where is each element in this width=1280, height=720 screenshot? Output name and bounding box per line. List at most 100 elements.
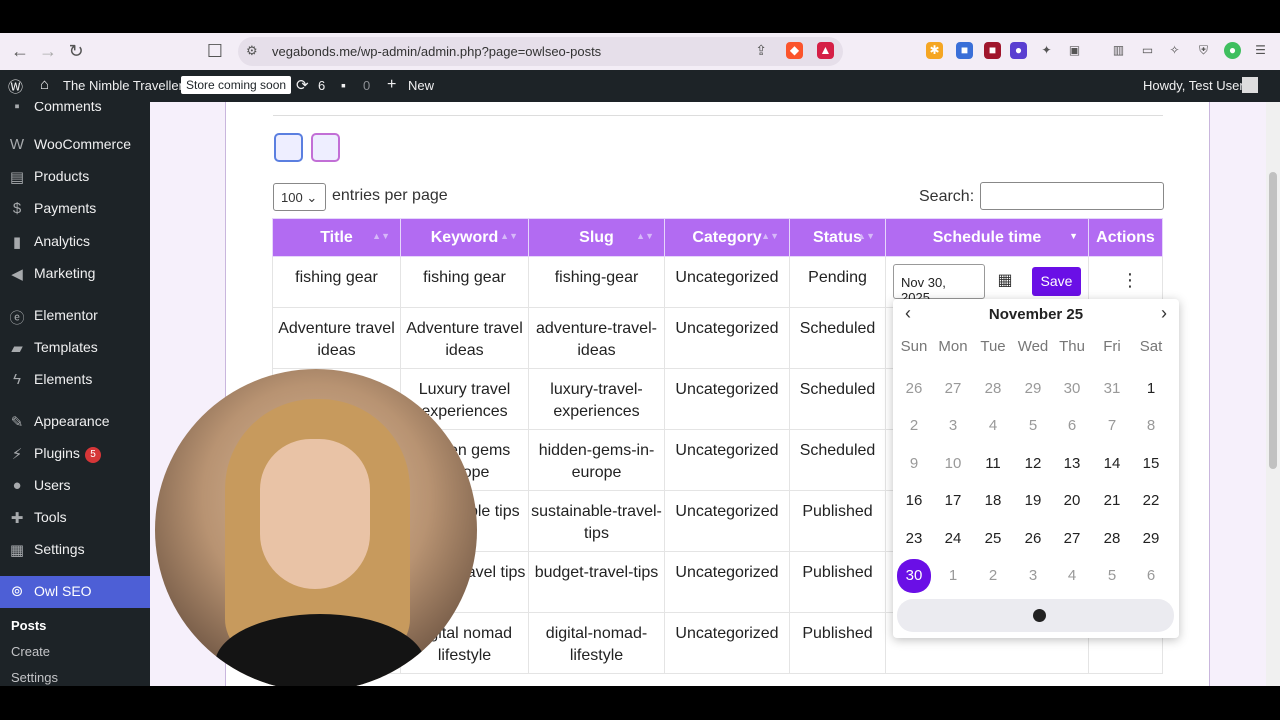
- back-icon[interactable]: ←: [10, 41, 30, 61]
- calendar-day[interactable]: 26: [1013, 523, 1053, 555]
- comments-icon[interactable]: ▪: [341, 77, 346, 93]
- calendar-day[interactable]: 2: [894, 410, 934, 442]
- calendar-day[interactable]: 18: [973, 485, 1013, 517]
- time-picker-toggle[interactable]: [897, 599, 1174, 632]
- calendar-day[interactable]: 27: [933, 373, 973, 405]
- calendar-day[interactable]: 1: [933, 560, 973, 592]
- brave-shield-icon[interactable]: ◆: [786, 42, 803, 59]
- extension-icon[interactable]: ●: [1010, 42, 1027, 59]
- calendar-day[interactable]: 10: [933, 448, 973, 480]
- calendar-day[interactable]: 26: [894, 373, 934, 405]
- calendar-day[interactable]: 9: [894, 448, 934, 480]
- submenu-posts[interactable]: Posts: [11, 618, 46, 633]
- updates-count[interactable]: 6: [318, 78, 325, 93]
- comments-count[interactable]: 0: [363, 78, 370, 93]
- calendar-day[interactable]: 15: [1131, 448, 1171, 480]
- calendar-day[interactable]: 7: [1092, 410, 1132, 442]
- brave-rewards-icon[interactable]: ▲: [817, 42, 834, 59]
- calendar-day[interactable]: 25: [973, 523, 1013, 555]
- calendar-day[interactable]: 5: [1092, 560, 1132, 592]
- user-greeting[interactable]: Howdy, Test User: [1143, 78, 1244, 93]
- sidebar-item-marketing[interactable]: ◀ Marketing: [0, 259, 150, 289]
- entries-per-page-select[interactable]: 100 ⌄: [273, 183, 326, 211]
- calendar-day[interactable]: 4: [1052, 560, 1092, 592]
- calendar-day[interactable]: 3: [933, 410, 973, 442]
- profile-icon[interactable]: ●: [1224, 42, 1241, 59]
- menu-icon[interactable]: ☰: [1252, 42, 1269, 59]
- search-input[interactable]: [980, 182, 1164, 210]
- site-name-link[interactable]: The Nimble Traveller: [63, 78, 183, 93]
- calendar-day[interactable]: 1: [1131, 373, 1171, 405]
- sidebar-item-woocommerce[interactable]: W WooCommerce: [0, 130, 150, 160]
- table-view-icon[interactable]: [311, 133, 340, 162]
- calendar-day[interactable]: 21: [1092, 485, 1132, 517]
- schedule-date-input[interactable]: Nov 30, 2025: [893, 264, 985, 305]
- vpn-icon[interactable]: ⛨: [1195, 42, 1212, 59]
- wordpress-logo-icon[interactable]: Ⓦ: [8, 76, 23, 97]
- save-schedule-button[interactable]: Save: [1032, 267, 1081, 296]
- sidebar-item-owl-seo[interactable]: ⊚ Owl SEO: [0, 576, 150, 608]
- sidebar-item-appearance[interactable]: ✎ Appearance: [0, 407, 150, 437]
- home-icon[interactable]: ⌂: [40, 76, 49, 93]
- bookmark-icon[interactable]: ☐: [205, 41, 225, 61]
- address-bar[interactable]: ⚙ vegabonds.me/wp-admin/admin.php?page=o…: [238, 37, 843, 66]
- page-scrollbar[interactable]: [1266, 102, 1280, 686]
- calendar-day[interactable]: 30: [897, 559, 931, 593]
- sidebar-item-templates[interactable]: ▰ Templates: [0, 333, 150, 363]
- calendar-day[interactable]: 5: [1013, 410, 1053, 442]
- reload-icon[interactable]: ↻: [66, 41, 86, 61]
- calendar-day[interactable]: 16: [894, 485, 934, 517]
- calendar-day[interactable]: 12: [1013, 448, 1053, 480]
- calendar-day[interactable]: 31: [1092, 373, 1132, 405]
- puzzle-icon[interactable]: ✦: [1038, 42, 1055, 59]
- extension-icon[interactable]: ■: [984, 42, 1001, 59]
- sidebar-item-analytics[interactable]: ▮ Analytics: [0, 227, 150, 257]
- grid-view-icon[interactable]: [274, 133, 303, 162]
- calendar-day[interactable]: 28: [1092, 523, 1132, 555]
- calendar-day[interactable]: 13: [1052, 448, 1092, 480]
- col-keyword[interactable]: Keyword ▲▼: [400, 218, 529, 257]
- updates-icon[interactable]: ⟳: [296, 76, 309, 94]
- calendar-day[interactable]: 22: [1131, 485, 1171, 517]
- calendar-day[interactable]: 2: [973, 560, 1013, 592]
- sidebar-item-elements[interactable]: ϟ Elements: [0, 365, 150, 395]
- scrollbar-thumb[interactable]: [1269, 172, 1277, 469]
- calendar-day[interactable]: 11: [973, 448, 1013, 480]
- extension-icon[interactable]: ✱: [926, 42, 943, 59]
- calendar-day[interactable]: 29: [1131, 523, 1171, 555]
- calendar-day[interactable]: 24: [933, 523, 973, 555]
- sidebar-item-tools[interactable]: ✚ Tools: [0, 503, 150, 533]
- col-title[interactable]: Title ▲▼: [272, 218, 401, 257]
- calendar-day[interactable]: 3: [1013, 560, 1053, 592]
- row-actions-icon[interactable]: ⋮: [1121, 270, 1139, 291]
- calendar-day[interactable]: 6: [1131, 560, 1171, 592]
- calendar-day[interactable]: 6: [1052, 410, 1092, 442]
- calendar-day[interactable]: 27: [1052, 523, 1092, 555]
- calendar-icon[interactable]: ▦: [993, 270, 1017, 294]
- calendar-day[interactable]: 20: [1052, 485, 1092, 517]
- submenu-create[interactable]: Create: [11, 644, 50, 659]
- new-content-link[interactable]: New: [408, 78, 434, 93]
- tab-icon[interactable]: ▣: [1066, 42, 1083, 59]
- calendar-day[interactable]: 19: [1013, 485, 1053, 517]
- sidebar-item-plugins[interactable]: ⚡ Plugins 5: [0, 439, 150, 469]
- avatar[interactable]: [1242, 77, 1258, 93]
- extension-icon[interactable]: ■: [956, 42, 973, 59]
- wallet-icon[interactable]: ▭: [1139, 42, 1156, 59]
- leo-icon[interactable]: ✧: [1166, 42, 1183, 59]
- col-status[interactable]: Status ▲▼: [789, 218, 886, 257]
- calendar-day[interactable]: 28: [973, 373, 1013, 405]
- col-slug[interactable]: Slug ▲▼: [528, 218, 665, 257]
- col-category[interactable]: Category ▲▼: [664, 218, 790, 257]
- col-schedule-time[interactable]: Schedule time ▼: [885, 218, 1089, 257]
- calendar-day[interactable]: 17: [933, 485, 973, 517]
- site-info-icon[interactable]: ⚙: [246, 43, 262, 59]
- calendar-day[interactable]: 23: [894, 523, 934, 555]
- sidebar-item-products[interactable]: ▤ Products: [0, 162, 150, 192]
- sidebar-item-elementor[interactable]: ⓔ Elementor: [0, 301, 150, 331]
- sidebar-item-users[interactable]: ● Users: [0, 471, 150, 501]
- sidebar-item-payments[interactable]: $ Payments: [0, 194, 150, 224]
- calendar-day[interactable]: 4: [973, 410, 1013, 442]
- next-month-icon[interactable]: ›: [1161, 303, 1167, 324]
- calendar-day[interactable]: 8: [1131, 410, 1171, 442]
